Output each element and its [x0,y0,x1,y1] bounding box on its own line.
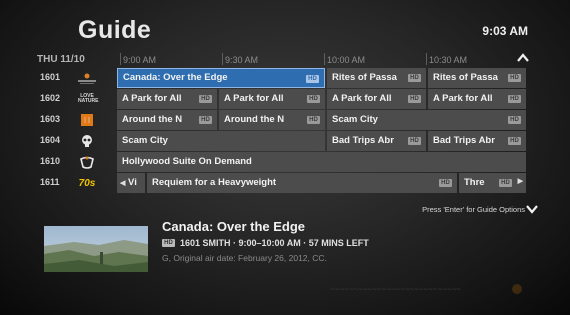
provider-logo-icon [512,284,522,294]
time-slot: 9:00 AM [123,55,157,65]
time-tick [324,53,325,65]
program-cell[interactable]: Bad Trips Abr HD [327,131,426,151]
seventies-channel-logo-icon: 70s [78,177,96,189]
hd-badge: HD [439,179,452,187]
channel-row: 1611 70s ◀ Vi Requiem for a Heavyweight … [37,173,532,193]
clock: 9:03 AM [482,24,528,38]
channel-row: 1603 Around the N HD Around the N HD Sca… [37,110,532,130]
hd-badge: HD [499,179,512,187]
orange-channel-logo-icon [73,112,101,128]
guide-options-hint: Press 'Enter' for Guide Options [422,205,525,214]
channel-row: 1601 Canada: Over the Edge HD Rites of P… [37,68,532,88]
provider-watermark: ~~~~~~~~~~~~~~~~~~~~~~~~~~~~ [330,285,461,294]
program-cell[interactable]: Hollywood Suite On Demand [117,152,526,172]
program-cell[interactable]: Thre HD ▶ [459,173,526,193]
hd-badge: HD [199,116,212,124]
channel-number: 1604 [40,135,61,145]
program-cell[interactable]: Scam City HD [327,110,526,130]
channel-number: 1611 [40,177,60,187]
hd-badge: HD [307,95,320,103]
scroll-right-arrow-icon: ▶ [517,178,523,185]
channel-number: 1602 [40,93,61,103]
guide-screen: Guide 9:03 AM THU 11/10 9:00 AM 9:30 AM … [0,0,570,315]
program-description: G, Original air date: February 26, 2012,… [162,253,327,263]
channel-row: 1604 Scam City Bad Trips Abr HD Bad Trip… [37,131,532,151]
program-cell[interactable]: A Park for All HD [327,89,426,109]
guide-title: Guide [78,16,152,44]
program-cell[interactable]: A Park for All HD [117,89,217,109]
program-cell[interactable]: A Park for All HD [428,89,526,109]
program-cell[interactable]: ◀ Vi [117,173,145,193]
skull-channel-logo-icon [73,133,101,149]
time-slot: 10:30 AM [429,55,468,65]
time-bar: THU 11/10 9:00 AM 9:30 AM 10:00 AM 10:30… [37,52,532,66]
hd-badge: HD [306,75,319,83]
program-cell[interactable]: Bad Trips Abr HD [428,131,526,151]
guide-grid: 1601 Canada: Over the Edge HD Rites of P… [37,68,532,194]
program-cell[interactable]: Canada: Over the Edge HD [117,68,325,88]
hd-badge: HD [408,137,421,145]
date-label: THU 11/10 [37,54,85,65]
hd-badge: HD [508,137,521,145]
hd-badge: HD [408,74,421,82]
hd-badge: HD [307,116,320,124]
program-schedule: 1601 SMITH · 9:00–10:00 AM · 57 MINS LEF… [180,238,369,248]
program-info-details: HD 1601 SMITH · 9:00–10:00 AM · 57 MINS … [162,238,369,248]
program-cell[interactable]: Around the N HD [219,110,325,130]
channel-row: 1602 LOVE NATURE A Park for All HD A Par… [37,89,532,109]
love-nature-logo-icon: LOVE NATURE [78,93,99,104]
scroll-left-arrow-icon: ◀ [120,180,126,187]
channel-row: 1610 Hollywood Suite On Demand [37,152,532,172]
program-cell[interactable]: Requiem for a Heavyweight HD [147,173,457,193]
time-tick [222,53,223,65]
hd-badge: HD [508,95,521,103]
scroll-up-chevron-icon[interactable] [516,51,530,65]
travel-channel-logo-icon [73,70,101,86]
program-thumbnail [44,226,148,272]
hd-badge: HD [508,74,521,82]
scroll-down-chevron-icon[interactable] [526,204,538,214]
channel-number: 1610 [40,156,61,166]
program-cell[interactable]: Rites of Passa HD [327,68,426,88]
channel-number: 1603 [40,114,61,124]
channel-number: 1601 [40,72,61,82]
hd-badge: HD [508,116,521,124]
time-slot: 9:30 AM [225,55,259,65]
hollywood-suite-logo-icon [73,154,101,170]
time-tick [426,53,427,65]
time-slot: 10:00 AM [327,55,366,65]
time-tick [120,53,121,65]
program-cell[interactable]: A Park for All HD [219,89,325,109]
program-cell[interactable]: Rites of Passa HD [428,68,526,88]
program-cell[interactable]: Around the N HD [117,110,217,130]
hd-badge: HD [408,95,421,103]
program-info-title: Canada: Over the Edge [162,219,306,234]
hd-badge: HD [162,239,175,247]
program-cell[interactable]: Scam City [117,131,325,151]
hd-badge: HD [199,95,212,103]
